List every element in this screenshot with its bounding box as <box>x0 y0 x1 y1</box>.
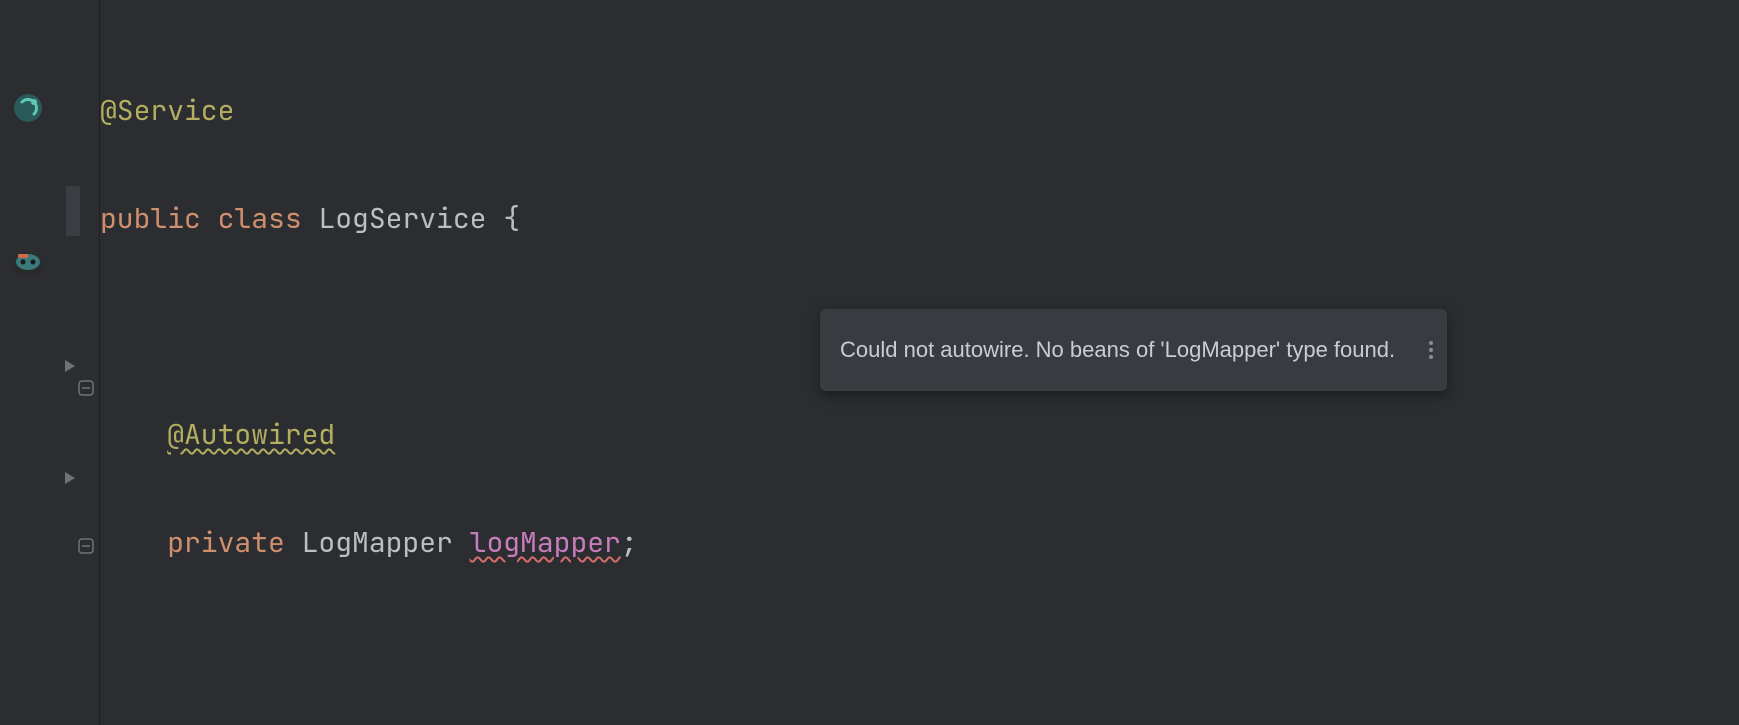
brace-token: { <box>503 200 520 237</box>
mybatis-mapper-icon[interactable] <box>12 248 44 280</box>
caret-line-marker <box>66 186 80 236</box>
keyword-token: private <box>167 524 285 561</box>
code-line: private LogMapper logMapper; <box>100 516 1739 570</box>
error-tooltip: Could not autowire. No beans of 'LogMapp… <box>820 309 1447 391</box>
more-actions-icon[interactable] <box>1429 341 1433 359</box>
semicolon-token: ; <box>621 524 638 561</box>
code-line <box>100 624 1739 678</box>
type-token: LogMapper <box>302 524 453 561</box>
editor-gutter <box>0 0 100 725</box>
annotation-token: @Service <box>100 92 234 129</box>
spring-bean-icon[interactable] <box>12 92 44 124</box>
class-name-token: LogService <box>318 200 486 237</box>
keyword-token: class <box>218 200 302 237</box>
code-line: public class LogService { <box>100 192 1739 246</box>
annotation-token: @Autowired <box>167 416 335 453</box>
code-editor[interactable]: @Service public class LogService { @Auto… <box>100 0 1739 725</box>
keyword-token: public <box>100 200 201 237</box>
tooltip-message: Could not autowire. No beans of 'LogMapp… <box>840 323 1395 377</box>
code-line: @Service <box>100 84 1739 138</box>
fold-toggle-icon[interactable] <box>76 536 96 556</box>
code-line: @Autowired <box>100 408 1739 462</box>
field-token: logMapper <box>470 524 621 561</box>
fold-toggle-icon[interactable] <box>76 378 96 398</box>
run-gutter-icon[interactable] <box>62 458 78 495</box>
